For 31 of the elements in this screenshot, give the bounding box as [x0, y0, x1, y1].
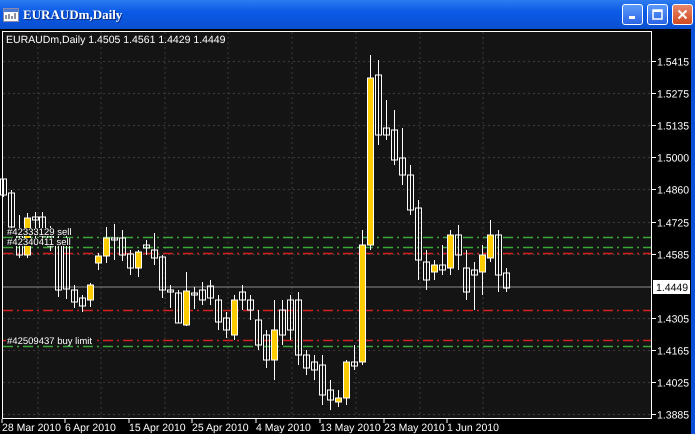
- close-button[interactable]: [672, 4, 693, 25]
- date-label: 4 May 2010: [256, 422, 311, 434]
- price-label: 1.4725: [657, 218, 690, 230]
- price-label: 1.5275: [657, 88, 690, 100]
- window-icon: [3, 8, 19, 22]
- price-label: 1.3885: [657, 410, 690, 422]
- order-label: #42509437 buy limit: [7, 336, 92, 347]
- price-label: 1.4165: [657, 346, 690, 358]
- current-price-badge: 1.4449: [653, 280, 690, 294]
- price-label: 1.4025: [657, 378, 690, 390]
- price-label: 1.5135: [657, 120, 690, 132]
- maximize-button[interactable]: [647, 4, 668, 25]
- date-label: 1 Jun 2010: [447, 422, 499, 434]
- date-label: 15 Apr 2010: [129, 422, 186, 434]
- window-title: EURAUDm,Daily: [23, 6, 124, 22]
- price-label: 1.5000: [657, 152, 690, 164]
- close-icon: [677, 9, 688, 20]
- price-label: 1.4305: [657, 314, 690, 326]
- date-label: 6 Apr 2010: [65, 422, 116, 434]
- order-label: #42333129 sell: [7, 227, 72, 238]
- date-label: 13 May 2010: [320, 422, 381, 434]
- date-label: 25 Apr 2010: [192, 422, 249, 434]
- price-label: 1.4860: [657, 184, 690, 196]
- date-label: 23 May 2010: [384, 422, 445, 434]
- minimize-button[interactable]: [622, 4, 643, 25]
- date-label: 28 Mar 2010: [2, 422, 61, 434]
- order-label: #42340411 sell: [7, 237, 71, 248]
- maximize-icon: [652, 9, 663, 20]
- price-label: 1.5415: [657, 56, 690, 68]
- chart-header: EURAUDm,Daily 1.4505 1.4561 1.4429 1.4449: [6, 34, 226, 46]
- price-label: 1.4585: [657, 250, 690, 262]
